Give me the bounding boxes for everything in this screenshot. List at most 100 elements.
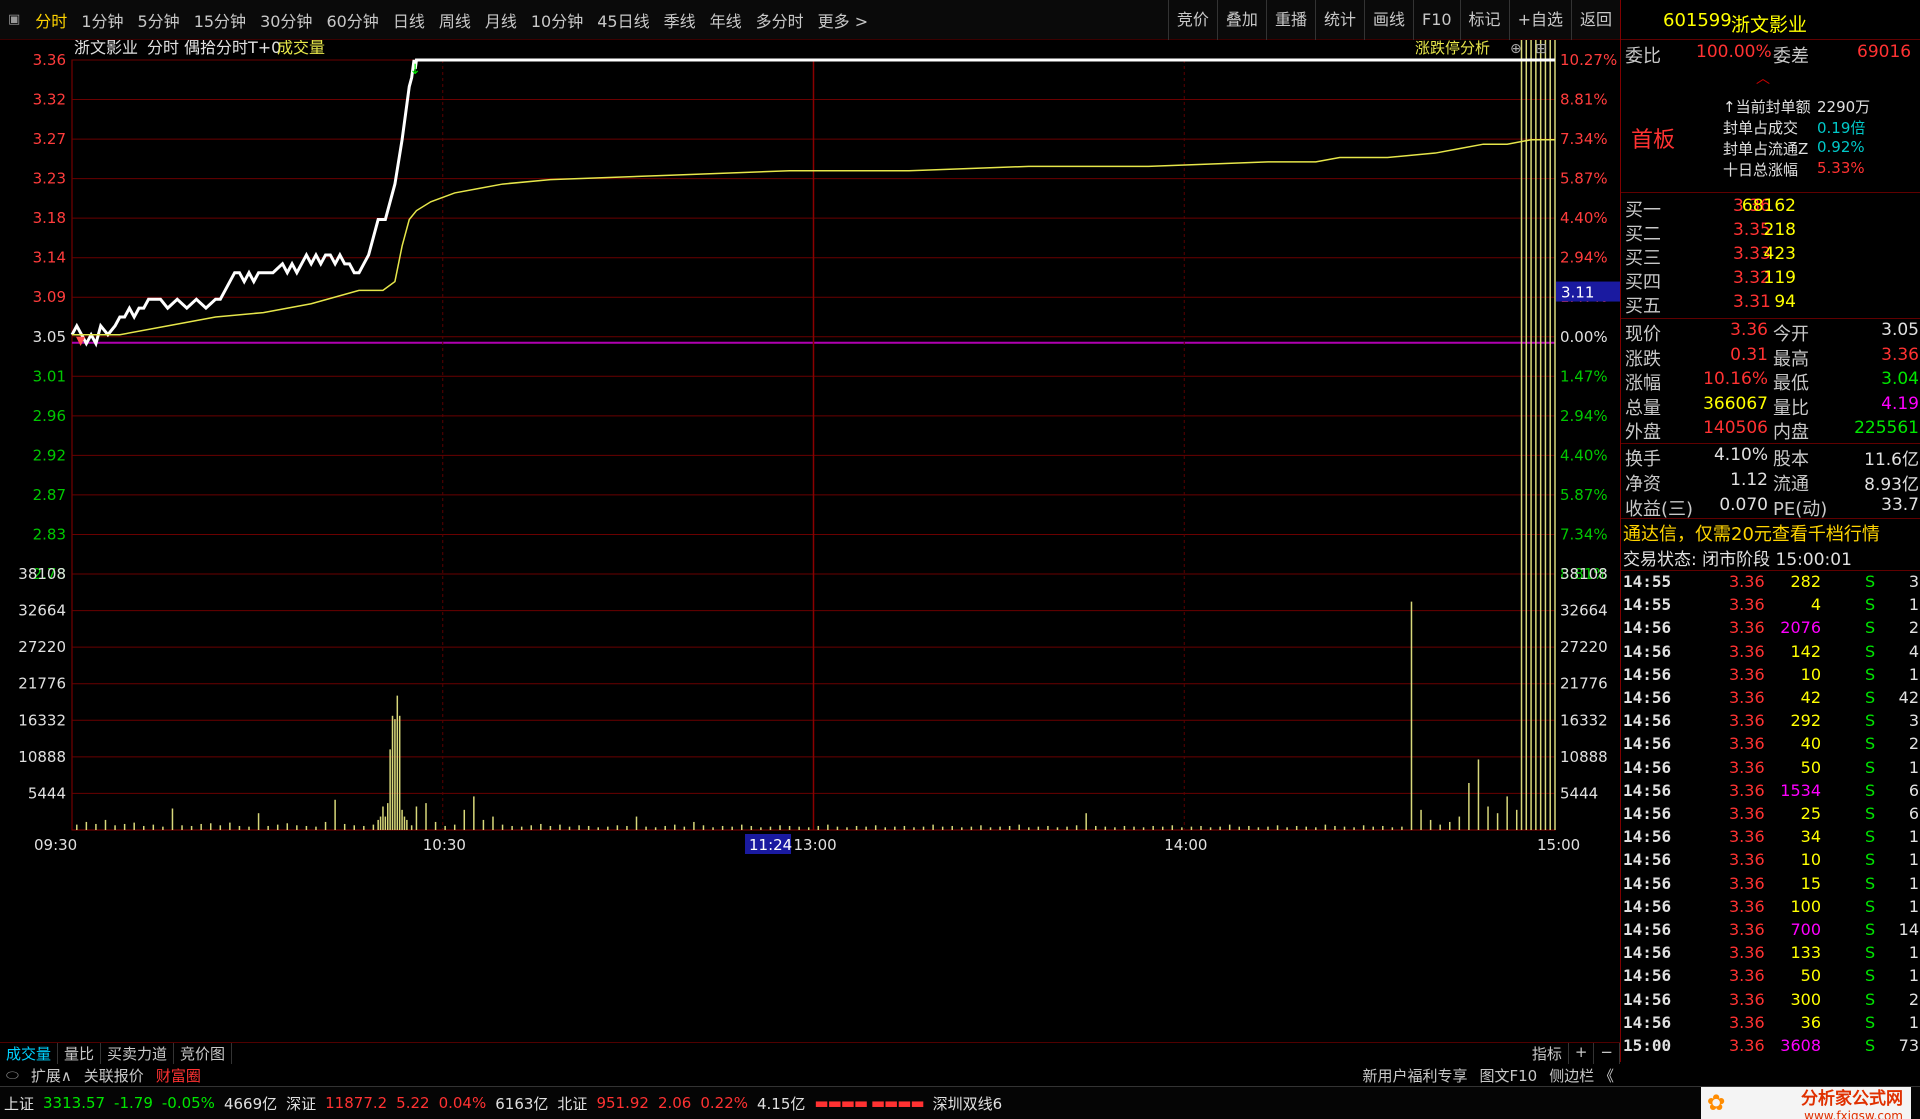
bid-row: 买二 3.35 218 (1621, 220, 1920, 245)
index-pct: 0.22% (700, 1094, 748, 1112)
tick-count: 1 (1908, 896, 1919, 916)
collapse-icon[interactable]: ︿ (1756, 68, 1770, 88)
fund-value: 4.10% (1713, 445, 1768, 465)
secondary-tab[interactable]: 扩展∧ (25, 1065, 78, 1086)
index-name[interactable]: 北证 (557, 1093, 587, 1114)
indicator-control-button[interactable]: 指标 (1526, 1043, 1569, 1064)
toolbar-button[interactable]: +自选 (1508, 0, 1571, 40)
tick-row: 14:56 3.36 15 S 1 (1621, 874, 1920, 896)
tick-side: S (1865, 757, 1876, 777)
menu-icon[interactable]: ▣ (0, 12, 28, 27)
toggle-icon[interactable]: ⬭ (0, 1066, 25, 1084)
toolbar-button[interactable]: 叠加 (1216, 0, 1266, 40)
toolbar-button[interactable]: 重播 (1265, 0, 1315, 40)
index-name[interactable]: 上证 (4, 1093, 34, 1114)
index-name[interactable]: 深证 (286, 1093, 316, 1114)
indicator-label: 成交量 (277, 40, 325, 57)
tick-volume: 292 (1790, 711, 1821, 731)
intraday-chart[interactable]: 3.36 10.27% 3.32 8.81% 3.27 7.34% 3.23 5.87% 3.1… (0, 38, 1620, 1050)
seal-label: 封单占成交 (1723, 119, 1799, 137)
seal-row: 十日总涨幅 5.33% (1621, 159, 1920, 180)
tick-price: 3.36 (1729, 780, 1765, 800)
indicator-tab[interactable]: 成交量 (0, 1043, 59, 1064)
period-tab[interactable]: 15分钟 (187, 8, 253, 32)
period-tab[interactable]: 分时 (28, 8, 74, 32)
volume-tick-label: 38108 (18, 565, 66, 583)
period-tab[interactable]: 10分钟 (524, 8, 590, 32)
period-tab[interactable]: 多分时 (749, 8, 811, 32)
tick-side: S (1865, 572, 1876, 591)
period-tab[interactable]: 60分钟 (319, 8, 385, 32)
tick-row: 14:56 3.36 42 S 42 (1621, 688, 1920, 710)
tick-row: 14:56 3.36 2076 S 2 (1621, 618, 1920, 640)
period-tab[interactable]: 5分钟 (131, 8, 187, 32)
period-tab[interactable]: 45日线 (590, 8, 656, 32)
indicator-control-button[interactable]: − (1594, 1043, 1620, 1064)
tick-volume: 34 (1800, 827, 1821, 847)
price-tick-label: 2.87 (33, 486, 66, 504)
period-tab[interactable]: 更多 > (811, 8, 876, 32)
time-tick-label: 10:30 (423, 836, 466, 854)
price-tick-label: 3.09 (33, 288, 66, 306)
toolbar-button[interactable]: 竞价 (1167, 0, 1217, 40)
period-tab[interactable]: 30分钟 (253, 8, 319, 32)
secondary-right-link[interactable]: 新用户福利专享 (1356, 1065, 1473, 1086)
fundamental-row: 净资 1.12 流通 8.93亿 (1621, 470, 1920, 495)
period-tab[interactable]: 日线 (386, 8, 432, 32)
toolbar-button[interactable]: 画线 (1363, 0, 1413, 40)
flower-icon: ✿ (1707, 1091, 1726, 1116)
period-tab[interactable]: 周线 (432, 8, 478, 32)
time-tick-label: 15:00 (1537, 836, 1580, 854)
tick-count: 73 (1898, 1036, 1919, 1055)
secondary-right-link[interactable]: 图文F10 (1474, 1065, 1544, 1086)
ad-link[interactable]: 通达信，仅需20元查看千档行情 (1623, 520, 1880, 546)
limit-analysis-label[interactable]: 涨跌停分析 (1415, 39, 1490, 57)
tick-price: 3.36 (1729, 1036, 1765, 1055)
toolbar-button[interactable]: F10 (1412, 0, 1460, 40)
volume-tick-label-right: 5444 (1560, 784, 1598, 802)
time-tick-label: 14:00 (1164, 836, 1207, 854)
index-pct: 0.04% (438, 1094, 487, 1112)
volume-tick-label-right: 38108 (1560, 565, 1608, 583)
secondary-tab[interactable]: 关联报价 (78, 1065, 150, 1086)
volume-tick-label: 10888 (18, 748, 66, 766)
secondary-right-link[interactable]: 侧边栏 《 (1543, 1065, 1620, 1086)
tick-row: 14:56 3.36 292 S 3 (1621, 711, 1920, 733)
toolbar-button[interactable]: 统计 (1314, 0, 1364, 40)
secondary-tab[interactable]: 财富圈 (150, 1065, 207, 1086)
tick-side: S (1865, 618, 1876, 638)
bid-row: 买三 3.33 423 (1621, 244, 1920, 269)
fund-label: 净资 (1625, 474, 1661, 495)
zoom-in-icon[interactable]: ⊕ (1510, 41, 1522, 57)
index-amount: 4.15亿 (757, 1094, 806, 1113)
expand-icon[interactable]: ⊞ (1535, 41, 1547, 57)
period-tab[interactable]: 月线 (478, 8, 524, 32)
indicator-tab[interactable]: 买卖力道 (101, 1043, 175, 1064)
indicator-tab[interactable]: 量比 (58, 1043, 102, 1064)
toolbar-button[interactable]: 返回 (1570, 0, 1620, 40)
tick-count: 1 (1908, 1012, 1919, 1032)
indicator-control-button[interactable]: + (1569, 1043, 1595, 1064)
pct-tick-label: 8.81% (1560, 91, 1608, 109)
price-tick-label: 3.36 (33, 51, 66, 69)
indicator-tab[interactable]: 竞价图 (174, 1043, 233, 1064)
tick-volume: 282 (1790, 572, 1821, 591)
tick-side: S (1865, 780, 1876, 800)
tick-volume: 10 (1800, 850, 1821, 870)
chart-svg[interactable]: 3.36 10.27% 3.32 8.81% 3.27 7.34% 3.23 5.87% 3.1… (0, 38, 1620, 1042)
indicator-tabs: 成交量 量比 买卖力道 竞价图 指标 + − (0, 1042, 1620, 1064)
tick-count: 6 (1908, 780, 1919, 800)
tick-volume: 25 (1800, 804, 1821, 823)
tick-row: 14:56 3.36 50 S 1 (1621, 758, 1920, 780)
tick-count: 4 (1908, 641, 1919, 661)
period-tab[interactable]: 年线 (703, 8, 749, 32)
period-tab[interactable]: 季线 (657, 8, 703, 32)
pct-tick-label: 2.94% (1560, 407, 1608, 425)
watermark-logo: ✿ 分析家公式网 www.fxjgsw.com (1701, 1087, 1911, 1119)
seal-label: 十日总涨幅 (1723, 161, 1799, 179)
toolbar-button[interactable]: 标记 (1459, 0, 1509, 40)
bid-volume: 94 (1774, 292, 1796, 312)
fund-label: 换手 (1625, 449, 1661, 470)
quote-value: 140506 (1703, 418, 1768, 438)
period-tab[interactable]: 1分钟 (74, 8, 130, 32)
